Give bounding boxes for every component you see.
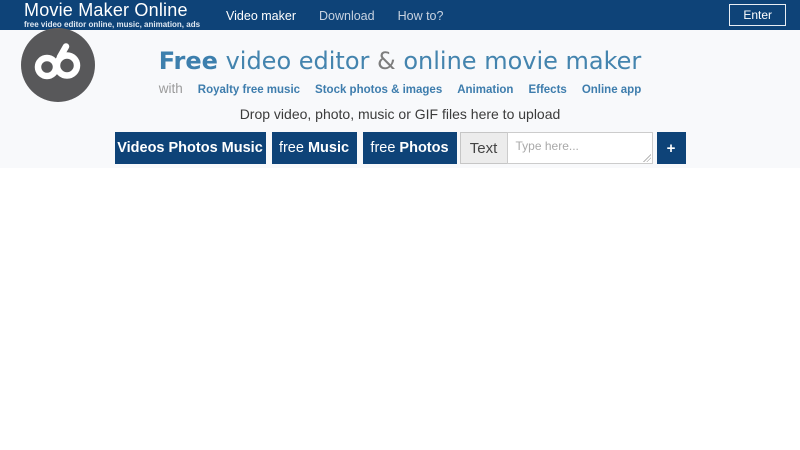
feature-links-row: with Royalty free music Stock photos & i… [0, 81, 800, 96]
link-royalty-free-music[interactable]: Royalty free music [198, 84, 300, 96]
free-photos-label: Photos [399, 140, 448, 156]
free-photos-button[interactable]: free Photos [363, 132, 457, 164]
link-stock-photos-images[interactable]: Stock photos & images [315, 84, 442, 96]
nav-video-maker[interactable]: Video maker [226, 9, 296, 23]
free-music-label: Music [308, 140, 349, 156]
free-photos-prefix: free [370, 140, 395, 156]
free-music-button[interactable]: free Music [272, 132, 357, 164]
enter-button[interactable]: Enter [729, 4, 786, 26]
infinity-glasses-icon [33, 43, 83, 88]
site-title[interactable]: Movie Maker Online [24, 1, 200, 20]
brand[interactable]: Movie Maker Online free video editor onl… [24, 1, 200, 29]
link-animation[interactable]: Animation [457, 84, 513, 96]
hero-dropzone: Free video editor & online movie maker w… [0, 30, 800, 168]
page-title: Free video editor & online movie maker [0, 47, 800, 75]
title-part-free: Free [159, 47, 218, 75]
link-effects[interactable]: Effects [528, 84, 566, 96]
nav-how-to[interactable]: How to? [398, 9, 444, 23]
videos-photos-music-button[interactable]: Videos Photos Music [115, 132, 266, 164]
title-ampersand: & [377, 47, 396, 75]
text-input-wrap [507, 132, 653, 164]
link-online-app[interactable]: Online app [582, 84, 641, 96]
free-music-prefix: free [279, 140, 304, 156]
text-input[interactable] [507, 132, 653, 164]
main-nav: Video maker Download How to? [226, 9, 443, 23]
with-label: with [159, 81, 183, 96]
nav-download[interactable]: Download [319, 9, 375, 23]
title-part-rest: online movie maker [396, 47, 642, 75]
site-logo[interactable] [21, 28, 95, 102]
drop-files-hint: Drop video, photo, music or GIF files he… [0, 106, 800, 122]
title-part-mid: video editor [218, 47, 377, 75]
add-text-button[interactable]: + [657, 132, 686, 164]
upload-toolbar: Videos Photos Music free Music free Phot… [0, 132, 800, 164]
top-navbar: Movie Maker Online free video editor onl… [0, 0, 800, 30]
text-field-label: Text [460, 132, 507, 164]
